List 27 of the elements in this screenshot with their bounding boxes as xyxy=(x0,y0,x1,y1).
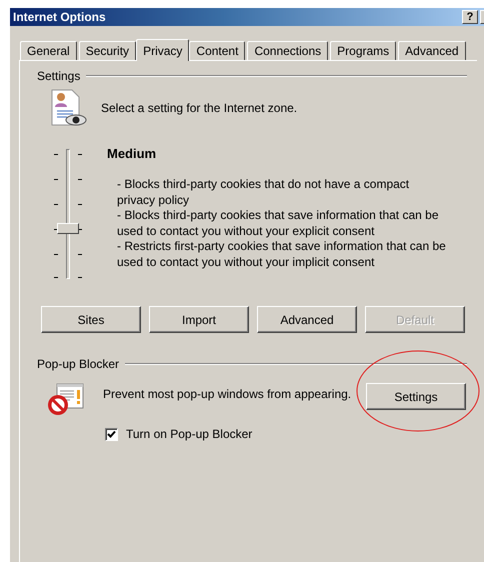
privacy-description: - Blocks third-party cookies that do not have a compact privacy policy xyxy=(117,177,410,208)
popup-settings-button[interactable]: Settings xyxy=(366,383,466,410)
popup-blocker-text: Prevent most pop-up windows from appearing. xyxy=(103,387,352,401)
dialog-button[interactable]: Import xyxy=(149,306,249,333)
popup-blocked-icon xyxy=(47,383,85,417)
privacy-slider[interactable] xyxy=(51,146,85,282)
help-button[interactable]: ? xyxy=(462,10,478,24)
zone-text: Select a setting for the Internet zone. xyxy=(101,101,298,115)
privacy-description: - Blocks third-party cookies that save information that can be used to contact you without your explicit consent xyxy=(117,208,440,239)
privacy-level-name: Medium xyxy=(107,146,158,161)
group-label: Pop-up Blocker xyxy=(37,357,120,371)
popup-blocker-checkbox[interactable] xyxy=(105,428,118,440)
slider-thumb[interactable] xyxy=(57,222,79,234)
privacy-document-icon xyxy=(49,89,87,127)
tab[interactable]: Security xyxy=(78,41,136,60)
tab[interactable]: Content xyxy=(189,41,246,60)
privacy-description: - Restricts first-party cookies that save information that can be used to contact you without your implicit consent xyxy=(117,239,447,270)
tab[interactable]: Connections xyxy=(247,41,328,60)
group-label: Settings xyxy=(37,69,80,83)
tab[interactable]: Privacy xyxy=(136,39,190,61)
tab[interactable]: General xyxy=(20,41,77,60)
dialog-button[interactable]: Sites xyxy=(41,306,141,333)
tab[interactable]: Programs xyxy=(330,41,396,60)
window-title: Internet Options xyxy=(13,10,106,24)
tab[interactable]: Advanced xyxy=(398,41,466,60)
dialog-button[interactable]: Advanced xyxy=(257,306,357,333)
checkbox-label: Turn on Pop-up Blocker xyxy=(126,427,252,441)
